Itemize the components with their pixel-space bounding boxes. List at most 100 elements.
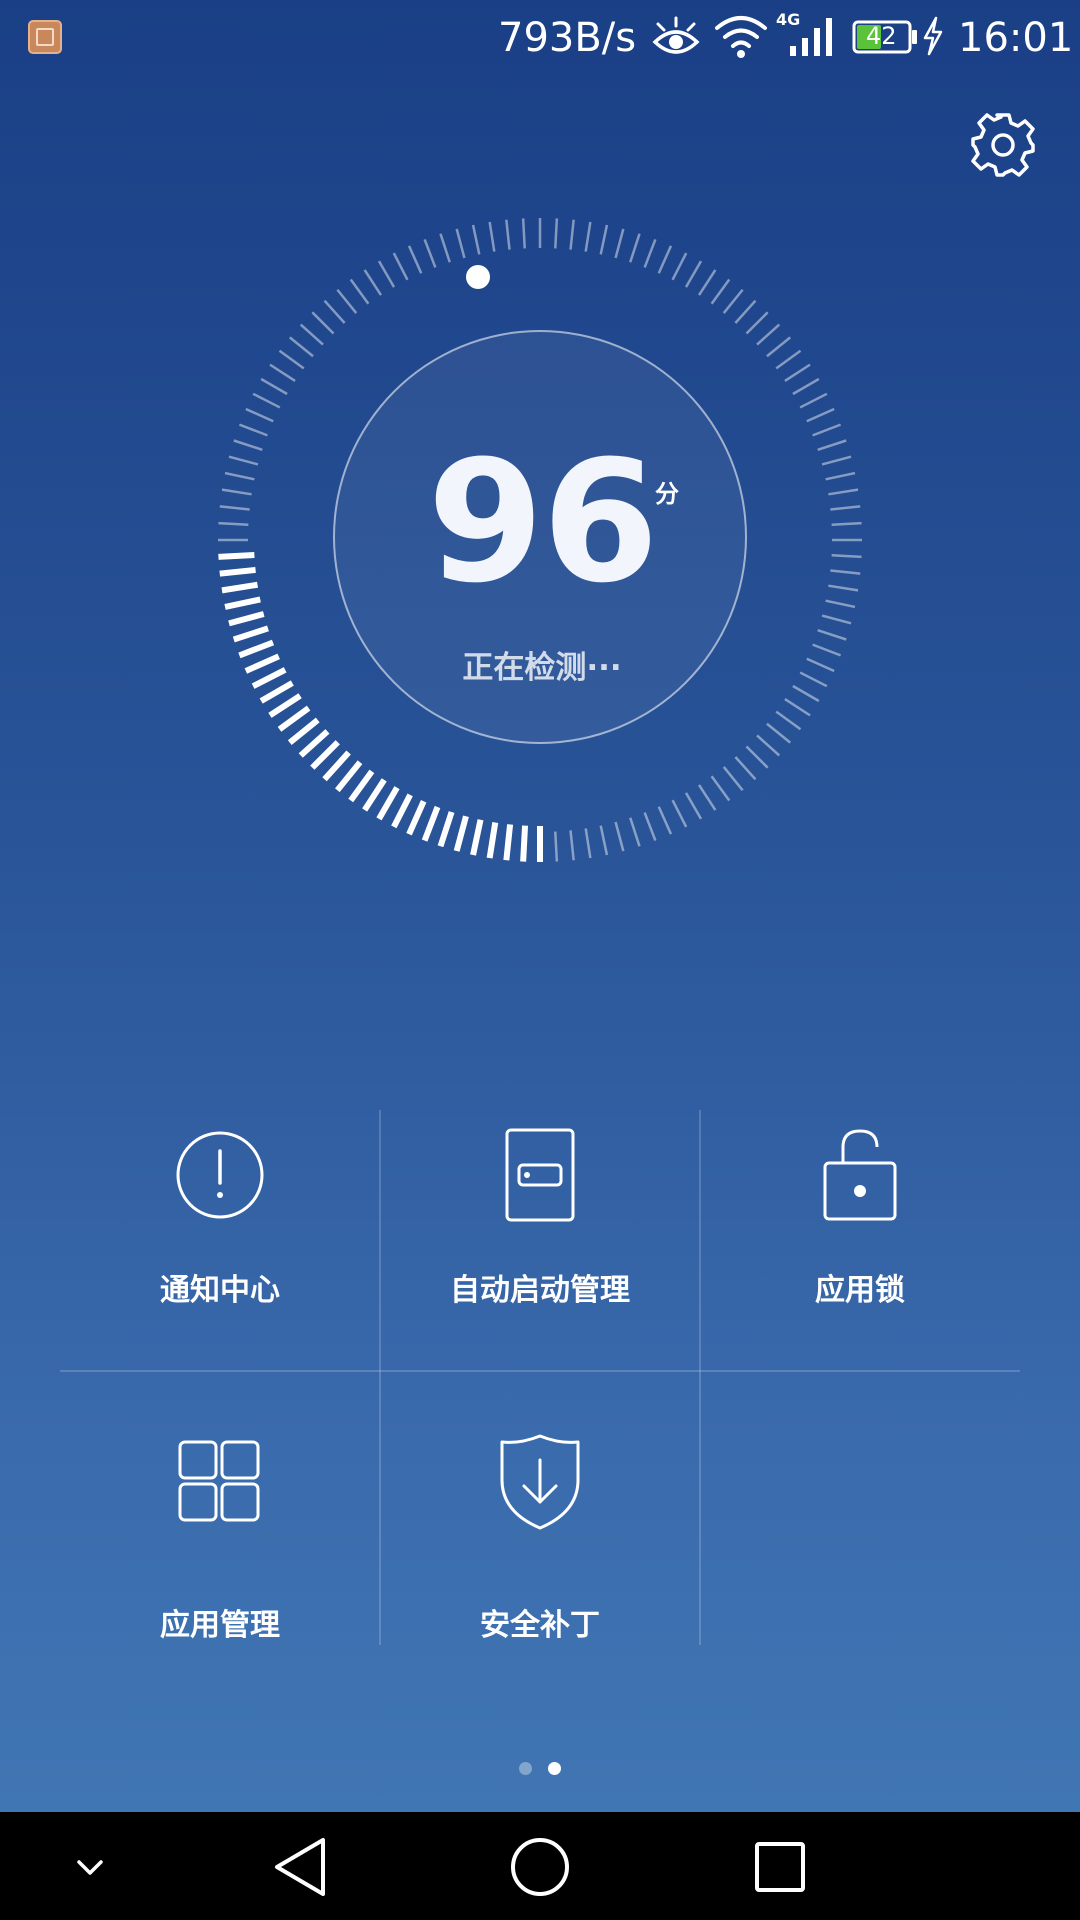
gauge-tick-active	[322, 750, 351, 782]
gauge-tick	[671, 252, 688, 281]
tile-notification-center[interactable]: 通知中心	[60, 1110, 380, 1370]
charging-icon	[923, 16, 943, 56]
gauge-tick	[569, 219, 575, 250]
gauge-tick-active	[362, 778, 387, 812]
gauge-tick	[657, 806, 673, 835]
gauge-tick	[439, 233, 451, 263]
chevron-down-icon[interactable]	[55, 1832, 125, 1902]
gauge-tick-active	[310, 740, 340, 770]
gauge-tick	[521, 218, 526, 249]
gauge-tick-active	[348, 769, 375, 803]
gauge-tick	[221, 488, 252, 496]
tile-security-patch[interactable]: 安全补丁	[380, 1372, 700, 1645]
gauge-tick	[766, 336, 792, 358]
gauge-tick-active	[287, 717, 320, 745]
gauge-tick	[710, 775, 731, 802]
gauge-tick	[407, 245, 423, 274]
security-app-screen: 793B/s 4G 42 16:01 96 分 正在检测··· 通知中心 自动启…	[0, 0, 1080, 1920]
gauge-tick	[657, 245, 673, 274]
gauge-tick	[684, 260, 703, 288]
grid-apps-icon	[178, 1440, 260, 1522]
gauge-tick-active	[437, 811, 455, 848]
gauge-tick	[799, 392, 828, 409]
gauge-tick	[671, 799, 688, 828]
gauge-tick	[831, 554, 862, 559]
gauge-tick	[323, 299, 346, 324]
gauge-tick	[299, 323, 324, 346]
gauge-tick	[269, 363, 296, 383]
tile-label: 应用锁	[815, 1273, 905, 1308]
gauge-tick	[821, 614, 852, 625]
gauge-tick	[684, 792, 703, 820]
home-circle-icon[interactable]	[505, 1832, 575, 1902]
settings-button[interactable]	[966, 108, 1040, 182]
gauge-tick	[569, 830, 575, 861]
score-unit: 分	[655, 480, 679, 508]
page-indicator	[0, 1757, 1080, 1779]
gauge-tick	[505, 219, 511, 250]
gauge-tick	[488, 221, 496, 252]
recents-square-icon[interactable]	[745, 1832, 815, 1902]
gauge-tick-active	[219, 566, 256, 577]
gauge-tick-active	[453, 815, 469, 852]
tile-label: 通知中心	[160, 1273, 280, 1308]
page-dot-active[interactable]	[548, 1762, 561, 1775]
gauge-tick	[643, 238, 657, 268]
gauge-tick-active	[228, 611, 265, 627]
gauge-tick	[697, 269, 717, 296]
page-dot[interactable]	[519, 1762, 532, 1775]
gauge-tick	[825, 471, 856, 481]
gauge-tick	[554, 831, 559, 862]
gauge-tick	[784, 697, 811, 717]
gauge-tick-active	[391, 793, 413, 829]
back-triangle-icon[interactable]	[265, 1832, 335, 1902]
gauge-tick	[745, 745, 769, 769]
tile-auto-start[interactable]: 自动启动管理	[380, 1110, 700, 1370]
gauge-tick-active	[421, 805, 441, 842]
gauge-tick	[806, 657, 835, 673]
gauge-tick	[756, 323, 781, 346]
gauge-tick	[825, 599, 856, 609]
tile-label: 安全补丁	[480, 1608, 600, 1643]
gauge-tick	[799, 671, 828, 688]
gauge-tick	[554, 218, 559, 249]
feature-grid: 通知中心 自动启动管理 应用锁 应用管理 安全补丁	[0, 1110, 1080, 1645]
gauge-tick	[812, 423, 842, 437]
gauge-tick	[828, 488, 859, 496]
gauge-tick	[792, 684, 820, 703]
gauge-tick-active	[259, 680, 294, 704]
tile-label: 自动启动管理	[450, 1273, 630, 1308]
gauge-tick	[629, 817, 641, 847]
gauge-tick	[363, 269, 383, 296]
gauge-tick	[245, 407, 274, 423]
gauge-tick	[812, 643, 842, 657]
gauge-tick-active	[406, 800, 427, 836]
status-bar: 793B/s 4G 42 16:01	[0, 0, 1080, 75]
gauge-tick	[734, 756, 757, 781]
eye-icon	[652, 16, 700, 54]
score-circle: 96 分 正在检测···	[333, 330, 747, 744]
gauge-tick	[817, 629, 847, 641]
score-value: 96	[427, 424, 659, 620]
tile-app-management[interactable]: 应用管理	[60, 1372, 380, 1645]
gauge-tick	[599, 224, 609, 255]
tile-label: 应用管理	[160, 1608, 280, 1643]
gauge-tick	[734, 299, 757, 324]
gauge-tick	[455, 228, 466, 259]
scan-status-text: 正在检测···	[462, 650, 622, 686]
gauge-tick	[828, 584, 859, 592]
gauge-tick	[260, 377, 288, 396]
gauge-tick	[775, 710, 802, 731]
gauge-tick	[817, 439, 847, 451]
gauge-tick-active	[470, 819, 484, 856]
gauge-tick	[745, 311, 769, 335]
cellular-signal-icon	[790, 18, 832, 56]
gauge-tick	[349, 278, 370, 305]
gauge-tick	[830, 505, 861, 511]
gauge-tick	[756, 734, 781, 757]
gauge-tick	[722, 766, 744, 792]
gauge-tick-active	[376, 786, 400, 821]
tile-app-lock[interactable]: 应用锁	[700, 1110, 1020, 1370]
wifi-icon	[715, 16, 767, 58]
navigation-bar	[0, 1812, 1080, 1920]
